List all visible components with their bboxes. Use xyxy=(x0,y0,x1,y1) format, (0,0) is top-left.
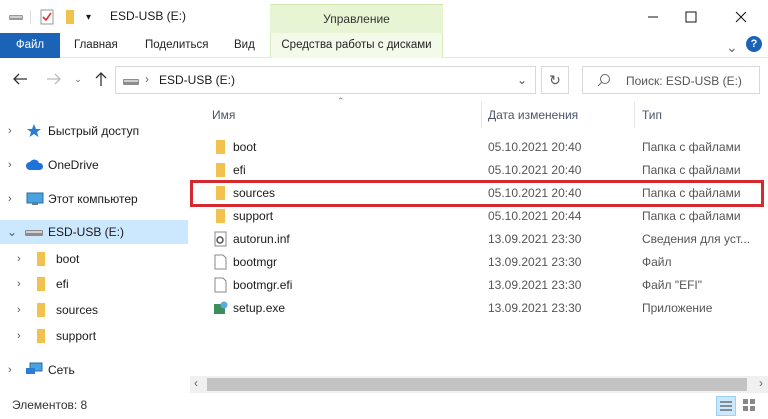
recent-locations-icon[interactable]: ⌄ xyxy=(69,70,87,88)
chevron-right-icon[interactable]: › xyxy=(17,304,21,316)
chevron-right-icon[interactable]: › xyxy=(8,193,12,205)
file-row-support[interactable]: support 05.10.2021 20:44 Папка с файлами xyxy=(205,205,768,228)
computer-icon xyxy=(26,192,44,209)
ribbon-tabs: Файл Главная Поделиться Вид Средства раб… xyxy=(0,33,768,58)
file-row-efi[interactable]: efi 05.10.2021 20:40 Папка с файлами xyxy=(205,159,768,182)
nav-network[interactable]: › Сеть xyxy=(0,358,188,382)
highlight-frame xyxy=(190,180,764,207)
folder-icon xyxy=(36,302,46,321)
file-row-autorun[interactable]: autorun.inf 13.09.2021 23:30 Сведения дл… xyxy=(205,228,768,251)
chevron-right-icon[interactable]: › xyxy=(17,278,21,290)
column-separator[interactable] xyxy=(481,102,482,128)
quick-access-dropdown-icon[interactable]: ▾ xyxy=(86,9,91,25)
status-item-count: Элементов: 8 xyxy=(12,398,88,412)
chevron-right-icon[interactable]: › xyxy=(17,330,21,342)
folder-icon xyxy=(36,276,46,295)
nav-folder-boot[interactable]: › boot xyxy=(0,247,188,271)
column-header-date[interactable]: Дата изменения xyxy=(488,102,578,128)
details-view-button[interactable] xyxy=(716,396,736,416)
column-header-type[interactable]: Тип xyxy=(642,102,662,128)
settings-file-icon xyxy=(213,231,228,247)
search-input[interactable]: Поиск: ESD-USB (E:) xyxy=(582,66,760,94)
search-icon xyxy=(597,73,611,90)
new-folder-icon[interactable] xyxy=(64,9,76,25)
forward-button[interactable] xyxy=(45,70,63,88)
tab-file[interactable]: Файл xyxy=(0,33,60,58)
scroll-right-icon[interactable]: › xyxy=(759,376,763,390)
window-title: ESD-USB (E:) xyxy=(110,9,187,23)
sort-indicator-icon: ⌃ xyxy=(337,96,345,106)
nav-folder-efi[interactable]: › efi xyxy=(0,272,188,296)
address-path: ESD-USB (E:) xyxy=(159,73,236,87)
manage-tab[interactable]: Управление xyxy=(270,4,443,33)
scrollbar-thumb[interactable] xyxy=(207,378,747,391)
up-button[interactable] xyxy=(92,70,110,88)
back-button[interactable] xyxy=(11,70,29,88)
file-icon xyxy=(213,254,228,270)
file-row-bootmgr-efi[interactable]: bootmgr.efi 13.09.2021 23:30 Файл "EFI" xyxy=(205,274,768,297)
address-dropdown-icon[interactable]: ⌄ xyxy=(517,73,527,87)
scroll-left-icon[interactable]: ‹ xyxy=(194,376,198,390)
column-header-name[interactable]: Имя xyxy=(212,102,235,128)
file-row-setup[interactable]: setup.exe 13.09.2021 23:30 Приложение xyxy=(205,297,768,320)
folder-icon xyxy=(36,251,46,270)
file-row-bootmgr[interactable]: bootmgr 13.09.2021 23:30 Файл xyxy=(205,251,768,274)
folder-icon xyxy=(213,208,228,224)
navigation-pane: › Быстрый доступ › OneDrive › Этот компь… xyxy=(0,102,188,394)
chevron-right-icon: › xyxy=(145,72,149,86)
chevron-right-icon[interactable]: › xyxy=(8,364,12,376)
address-row: ⌄ › ESD-USB (E:) ⌄ ↻ Поиск: ESD-USB (E:) xyxy=(0,58,768,102)
nav-folder-support[interactable]: › support xyxy=(0,324,188,348)
close-button[interactable] xyxy=(718,0,764,33)
address-bar[interactable]: › ESD-USB (E:) ⌄ xyxy=(115,66,536,94)
tab-home[interactable]: Главная xyxy=(74,33,118,58)
chevron-right-icon[interactable]: › xyxy=(17,253,21,265)
app-icon xyxy=(213,300,228,316)
maximize-button[interactable] xyxy=(668,0,714,33)
network-icon xyxy=(25,362,43,380)
folder-icon xyxy=(36,328,46,347)
divider xyxy=(30,10,31,24)
nav-this-pc[interactable]: › Этот компьютер xyxy=(0,187,188,211)
tab-share[interactable]: Поделиться xyxy=(145,33,209,58)
horizontal-scrollbar[interactable]: ‹ › xyxy=(190,376,768,393)
nav-esd-usb[interactable]: ⌄ ESD-USB (E:) xyxy=(0,220,188,244)
star-icon xyxy=(26,123,42,141)
nav-onedrive[interactable]: › OneDrive xyxy=(0,153,188,177)
chevron-down-icon[interactable]: ⌄ xyxy=(7,225,17,239)
ribbon-expand-icon[interactable]: ⌄ xyxy=(726,35,738,60)
search-placeholder: Поиск: ESD-USB (E:) xyxy=(626,74,742,88)
folder-icon xyxy=(213,162,228,178)
refresh-button[interactable]: ↻ xyxy=(541,66,569,94)
nav-quick-access[interactable]: › Быстрый доступ xyxy=(0,119,188,143)
drive-icon xyxy=(24,227,44,242)
chevron-right-icon[interactable]: › xyxy=(8,159,12,171)
folder-icon xyxy=(213,139,228,155)
properties-icon[interactable] xyxy=(40,9,54,25)
file-row-boot[interactable]: boot 05.10.2021 20:40 Папка с файлами xyxy=(205,136,768,159)
help-icon[interactable]: ? xyxy=(746,36,762,52)
drive-small-icon xyxy=(8,9,24,25)
nav-folder-sources[interactable]: › sources xyxy=(0,298,188,322)
file-icon xyxy=(213,277,228,293)
drive-icon xyxy=(122,75,140,90)
title-bar: ▾ ESD-USB (E:) Управление xyxy=(0,0,768,33)
cloud-icon xyxy=(25,159,45,174)
column-separator[interactable] xyxy=(634,102,635,128)
tab-disk-tools[interactable]: Средства работы с дисками xyxy=(270,33,443,58)
large-icons-view-button[interactable] xyxy=(740,396,760,416)
tab-view[interactable]: Вид xyxy=(234,33,255,58)
chevron-right-icon[interactable]: › xyxy=(8,125,12,137)
